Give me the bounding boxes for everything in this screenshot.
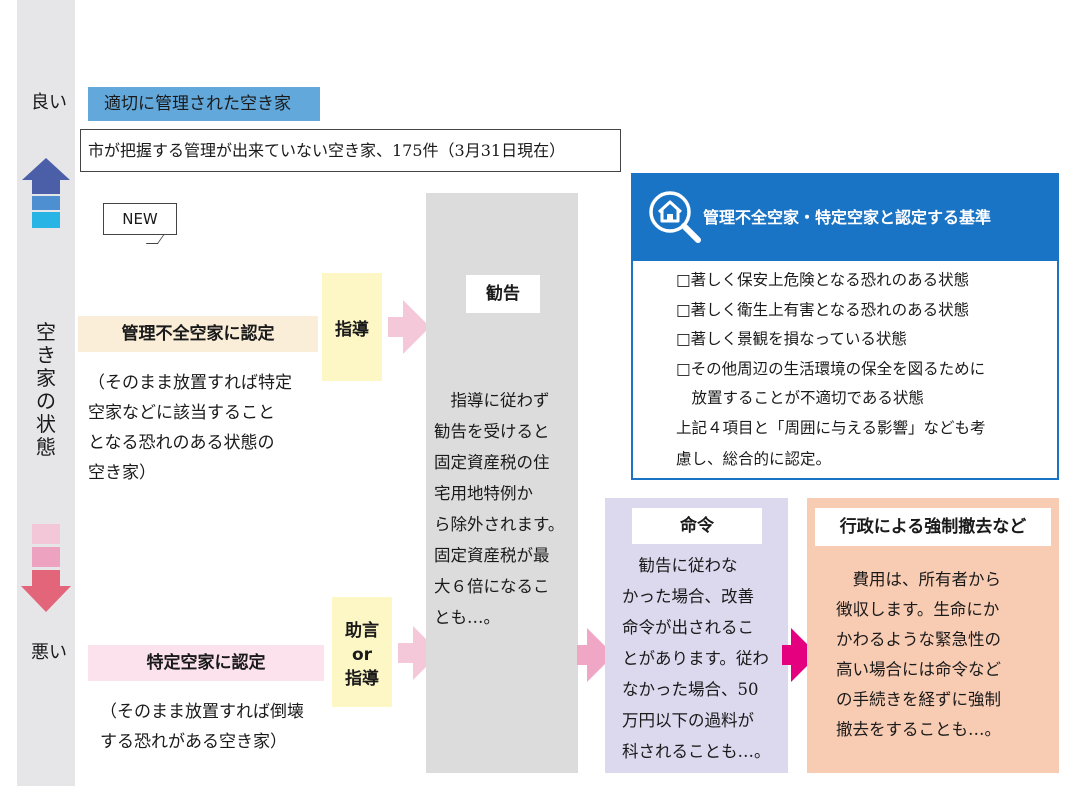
criteria-title: 管理不全空家・特定空家と認定する基準: [703, 208, 992, 227]
kankoku-line: 固定資産税が最: [434, 546, 550, 565]
advice-line: or: [351, 645, 373, 665]
up-arrow-band-3: [32, 212, 60, 228]
guidance-box: 指導: [322, 273, 382, 381]
state-label-char: 家: [36, 366, 56, 390]
meirei-line: なかった場合、50: [622, 680, 759, 699]
criteria-list: □著しく保安上危険となる恐れのある状態 □著しく衛生上有害となる恐れのある状態 …: [676, 266, 1051, 414]
advice-box: 助言 or 指導: [332, 597, 392, 707]
gyosei-line: 費用は、所有者から: [836, 570, 1002, 589]
tokutei-description: （そのまま放置すれば倒壊 する恐れがある空き家）: [100, 697, 330, 757]
gyosei-line: かわるような緊急性の: [836, 630, 1001, 649]
down-arrow-band-2: [32, 547, 60, 567]
down-arrow-head-icon: [21, 586, 71, 612]
desc-line: （そのまま放置すれば特定: [88, 373, 292, 393]
up-arrow-head-icon: [22, 158, 70, 180]
kankoku-line: 勧告を受けると: [434, 422, 550, 441]
up-arrow-stem: [32, 178, 60, 194]
down-arrow-stem: [32, 570, 60, 586]
state-label-char: の: [36, 389, 56, 413]
meirei-line: 科されることも…。: [622, 742, 771, 761]
gyosei-line: 徴収します。生命にか: [836, 600, 1000, 619]
criteria-footer-line: 慮し、総合的に認定。: [676, 450, 832, 468]
state-label-char: き: [36, 343, 56, 367]
state-label-char: 空: [36, 320, 56, 344]
criteria-item: □著しく保安上危険となる恐れのある状態: [676, 271, 970, 289]
gyosei-line: 撤去をすることも…。: [836, 720, 1001, 739]
criteria-footer: 上記４項目と「周囲に与える影響」なども考 慮し、総合的に認定。: [676, 413, 1046, 475]
meirei-title: 命令: [632, 508, 762, 544]
state-label-char: 態: [36, 435, 56, 459]
desc-line: （そのまま放置すれば倒壊: [100, 702, 304, 722]
criteria-item: 放置することが不適切である状態: [676, 389, 924, 407]
good-label: 良い: [31, 92, 67, 113]
desc-line: 空家などに該当すること: [88, 403, 275, 423]
meirei-line: かった場合、改善: [622, 587, 754, 606]
kankoku-line: とも…。: [434, 608, 500, 627]
kankoku-title: 勧告: [466, 275, 540, 313]
kanri-fuzen-label: 管理不全空家に認定: [78, 316, 318, 352]
arrow-advice-body: [398, 643, 414, 663]
desc-line: 空き家）: [88, 463, 156, 483]
down-arrow-band-1: [32, 524, 60, 544]
advice-line: 指導: [345, 669, 379, 689]
kankoku-line: 宅用地特例か: [434, 484, 533, 503]
meirei-line: とがあります。従わ: [622, 649, 769, 668]
criteria-item: □著しく景観を損なっている状態: [676, 330, 907, 348]
kankoku-text: 指導に従わず 勧告を受けると 固定資産税の住 宅用地特例か ら除外されます。 固…: [434, 385, 574, 633]
kankoku-line: 大６倍になるこ: [434, 577, 550, 596]
kankoku-line: 指導に従わず: [434, 391, 550, 410]
meirei-line: 勧告に従わな: [622, 556, 738, 575]
advice-line: 助言: [345, 621, 379, 641]
kankoku-line: 固定資産税の住: [434, 453, 550, 472]
gyosei-text: 費用は、所有者から 徴収します。生命にか かわるような緊急性の 高い場合には命令…: [836, 565, 1042, 745]
meirei-text: 勧告に従わな かった場合、改善 命令が出されるこ とがあります。従わ なかった場…: [622, 550, 778, 767]
gyosei-line: の手続きを経ずに強制: [836, 690, 1001, 709]
kanri-fuzen-description: （そのまま放置すれば特定 空家などに該当すること となる恐れのある状態の 空き家…: [88, 368, 318, 488]
unmanaged-count-note: 市が把握する管理が出来ていない空き家、175件（3月31日現在）: [80, 129, 621, 172]
gyosei-title: 行政による強制撤去など: [815, 508, 1051, 546]
meirei-line: 命令が出されるこ: [622, 618, 754, 637]
meirei-line: 万円以下の過料が: [622, 711, 754, 730]
state-label-char: 状: [36, 412, 56, 436]
criteria-item: □著しく衛生上有害となる恐れのある状態: [676, 300, 970, 319]
desc-line: となる恐れのある状態の: [88, 433, 275, 453]
arrow-guidance-body: [388, 317, 404, 337]
criteria-footer-line: 上記４項目と「周囲に与える影響」なども考: [676, 419, 986, 437]
managed-vacant-tag: 適切に管理された空き家: [88, 87, 320, 121]
up-arrow-band-2: [32, 196, 60, 210]
house-search-icon: [649, 191, 701, 243]
desc-line: する恐れがある空き家）: [100, 732, 287, 752]
bad-label: 悪い: [31, 642, 67, 663]
gyosei-line: 高い場合には命令など: [836, 660, 1001, 679]
kankoku-line: ら除外されます。: [434, 515, 565, 534]
tokutei-label: 特定空家に認定: [88, 645, 324, 681]
new-badge: NEW: [103, 203, 177, 235]
criteria-item: □その他周辺の生活環境の保全を図るために: [676, 359, 986, 378]
